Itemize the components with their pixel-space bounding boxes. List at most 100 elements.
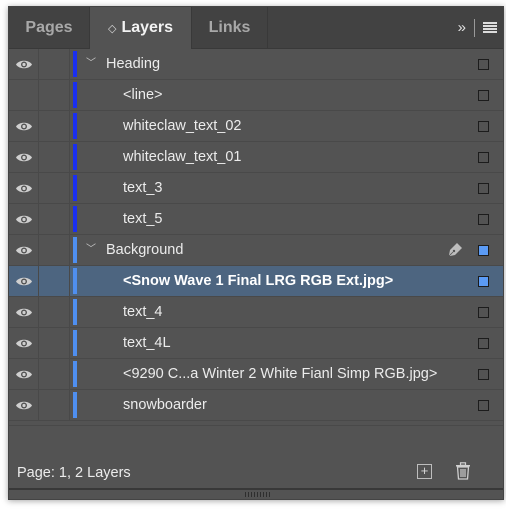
layer-name[interactable]: text_3	[123, 173, 163, 203]
selection-indicator[interactable]	[478, 400, 489, 411]
selection-indicator[interactable]	[478, 369, 489, 380]
selection-indicator[interactable]	[478, 121, 489, 132]
layer-row[interactable]: ﹀ Background	[9, 235, 503, 266]
panel-tab-bar: Pages ◇ Layers Links »	[9, 7, 503, 49]
eye-icon	[15, 400, 33, 411]
visibility-toggle[interactable]	[9, 80, 39, 110]
layer-item-row[interactable]: text_4	[9, 297, 503, 328]
lock-toggle[interactable]	[39, 204, 70, 234]
layer-item-row[interactable]: text_3	[9, 173, 503, 204]
chevron-down-icon[interactable]: ﹀	[86, 235, 96, 265]
layer-color-cell	[70, 390, 80, 420]
layer-name[interactable]: whiteclaw_text_02	[123, 111, 242, 141]
eye-icon	[15, 307, 33, 318]
selection-indicator[interactable]	[478, 214, 489, 225]
visibility-toggle[interactable]	[9, 204, 39, 234]
layer-name[interactable]: text_4	[123, 297, 163, 327]
pen-icon	[447, 242, 463, 258]
layer-color-bar	[73, 392, 77, 418]
selection-indicator[interactable]	[478, 276, 489, 287]
resize-grip[interactable]	[245, 492, 271, 497]
layer-item-row[interactable]: snowboarder	[9, 390, 503, 421]
lock-toggle[interactable]	[39, 266, 70, 296]
resize-strip[interactable]	[9, 488, 503, 499]
visibility-toggle[interactable]	[9, 390, 39, 420]
layer-name[interactable]: <Snow Wave 1 Final LRG RGB Ext.jpg>	[123, 266, 393, 296]
layer-item-row[interactable]: whiteclaw_text_02	[9, 111, 503, 142]
visibility-toggle[interactable]	[9, 328, 39, 358]
selection-indicator[interactable]	[478, 90, 489, 101]
layer-color-bar	[73, 237, 77, 263]
layer-color-bar	[73, 51, 77, 77]
tab-pages[interactable]: Pages	[9, 7, 90, 48]
lock-toggle[interactable]	[39, 359, 70, 389]
panel-toolbar: »	[458, 7, 497, 48]
tab-pages-label: Pages	[25, 19, 73, 36]
visibility-toggle[interactable]	[9, 49, 39, 79]
new-layer-button[interactable]: +	[417, 464, 432, 479]
layer-color-bar	[73, 206, 77, 232]
lock-toggle[interactable]	[39, 297, 70, 327]
lock-toggle[interactable]	[39, 235, 70, 265]
tab-layers-label: Layers	[121, 19, 174, 36]
layer-name[interactable]: <9290 C...a Winter 2 White Fianl Simp RG…	[123, 359, 437, 389]
visibility-toggle[interactable]	[9, 297, 39, 327]
selection-indicator[interactable]	[478, 152, 489, 163]
selection-indicator[interactable]	[478, 245, 489, 256]
tab-links[interactable]: Links	[192, 7, 268, 48]
lock-toggle[interactable]	[39, 49, 70, 79]
visibility-toggle[interactable]	[9, 142, 39, 172]
chevron-down-icon[interactable]: ﹀	[86, 49, 96, 79]
selection-indicator[interactable]	[478, 338, 489, 349]
layer-name[interactable]: snowboarder	[123, 390, 207, 420]
layer-color-bar	[73, 144, 77, 170]
layer-name[interactable]: Background	[106, 235, 183, 265]
eye-icon	[15, 152, 33, 163]
layer-name[interactable]: text_4L	[123, 328, 171, 358]
layer-name[interactable]: Heading	[106, 49, 160, 79]
layer-name[interactable]: text_5	[123, 204, 163, 234]
layer-color-cell	[70, 266, 80, 296]
layer-name[interactable]: <line>	[123, 80, 163, 110]
visibility-toggle[interactable]	[9, 111, 39, 141]
up-down-arrows-icon: ◇	[107, 23, 117, 35]
eye-icon	[15, 59, 33, 70]
layer-item-row[interactable]: text_4L	[9, 328, 503, 359]
layer-name[interactable]: whiteclaw_text_01	[123, 142, 242, 172]
layer-item-row[interactable]: <line>	[9, 80, 503, 111]
lock-toggle[interactable]	[39, 142, 70, 172]
tab-layers[interactable]: ◇ Layers	[90, 7, 192, 49]
layer-item-row[interactable]: <Snow Wave 1 Final LRG RGB Ext.jpg>	[9, 266, 503, 297]
visibility-toggle[interactable]	[9, 266, 39, 296]
layer-item-row[interactable]: <9290 C...a Winter 2 White Fianl Simp RG…	[9, 359, 503, 390]
layer-item-row[interactable]: text_5	[9, 204, 503, 235]
eye-icon	[15, 338, 33, 349]
layer-color-cell	[70, 328, 80, 358]
lock-toggle[interactable]	[39, 80, 70, 110]
layer-color-cell	[70, 142, 80, 172]
lock-toggle[interactable]	[39, 173, 70, 203]
selection-indicator[interactable]	[478, 59, 489, 70]
lock-toggle[interactable]	[39, 111, 70, 141]
eye-icon	[15, 183, 33, 194]
visibility-toggle[interactable]	[9, 235, 39, 265]
layer-row[interactable]: ﹀ Heading	[9, 49, 503, 80]
hamburger-menu-icon[interactable]	[483, 22, 497, 33]
toolbar-divider	[474, 18, 475, 37]
layer-color-bar	[73, 330, 77, 356]
layer-color-bar	[73, 175, 77, 201]
layer-color-cell	[70, 49, 80, 79]
visibility-toggle[interactable]	[9, 359, 39, 389]
trash-icon[interactable]	[455, 462, 471, 480]
layer-item-row[interactable]: whiteclaw_text_01	[9, 142, 503, 173]
layer-color-bar	[73, 361, 77, 387]
lock-toggle[interactable]	[39, 328, 70, 358]
layer-color-cell	[70, 111, 80, 141]
lock-toggle[interactable]	[39, 390, 70, 420]
panel-footer: Page: 1, 2 Layers +	[9, 454, 503, 492]
selection-indicator[interactable]	[478, 183, 489, 194]
selection-indicator[interactable]	[478, 307, 489, 318]
expand-panel-icon[interactable]: »	[458, 19, 466, 36]
visibility-toggle[interactable]	[9, 173, 39, 203]
eye-icon	[15, 121, 33, 132]
